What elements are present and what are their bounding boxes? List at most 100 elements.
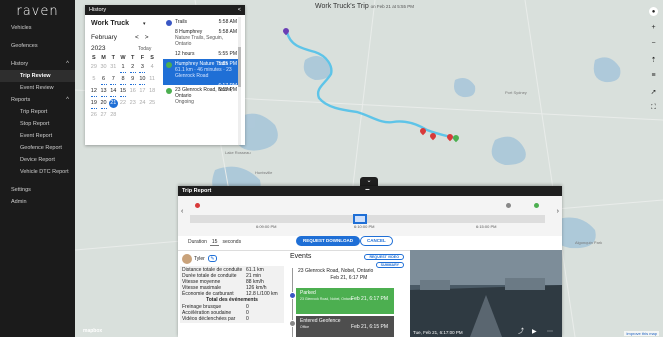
calendar-day[interactable]: 8 xyxy=(118,75,128,85)
share-icon[interactable]: ⤴ xyxy=(518,326,524,335)
trip-list-item[interactable]: 12 hours 5:55 PM xyxy=(163,49,239,59)
trip-list-scrollbar[interactable] xyxy=(238,17,241,145)
sidebar-item-stop-report[interactable]: Stop Report xyxy=(0,118,75,130)
dashcam-video[interactable]: Tue, Feb 21, 6:17:00 PM ⤴ ▶ ⋯ xyxy=(410,250,562,337)
calendar-day[interactable]: 18 xyxy=(147,87,157,97)
calendar-day[interactable]: 1 xyxy=(118,63,128,73)
edit-driver-icon[interactable]: ✎ xyxy=(208,255,217,262)
calendar-day[interactable]: 11 xyxy=(147,75,157,85)
sidebar-item-event-review[interactable]: Event Review xyxy=(0,82,75,94)
summary-button[interactable]: SUMMARY xyxy=(375,262,404,268)
calendar-day[interactable]: 16 xyxy=(128,87,138,97)
cancel-button[interactable]: CANCEL xyxy=(360,236,393,246)
calendar-day[interactable]: 12 xyxy=(89,87,99,97)
prev-month-button[interactable]: < xyxy=(135,34,145,41)
layers-icon[interactable]: ≡ xyxy=(649,71,658,80)
today-button[interactable]: Today xyxy=(138,46,151,52)
calendar-day[interactable]: 3 xyxy=(138,63,148,73)
fullscreen-icon[interactable]: ⛶ xyxy=(649,103,658,112)
calendar-day[interactable]: 26 xyxy=(89,111,99,121)
map-brand-logo: mapbox xyxy=(83,328,103,334)
calendar-day[interactable]: 25 xyxy=(147,99,157,109)
sidebar-item-event-report[interactable]: Event Report xyxy=(0,130,75,142)
trip-list-item[interactable]: Humphrey Nature Trails 61.1 km · 46 minut… xyxy=(163,59,239,81)
sidebar-item-label: Reports xyxy=(11,97,31,103)
sidebar-item-history[interactable]: History ^ xyxy=(0,58,75,70)
calendar-day[interactable]: 30 xyxy=(99,63,109,73)
calendar-day[interactable] xyxy=(128,111,138,121)
calendar-day[interactable]: 28 xyxy=(108,111,118,121)
sidebar-item-vehicle-dtc-report[interactable]: Vehicle DTC Report xyxy=(0,166,75,178)
calendar-day[interactable]: 4 xyxy=(147,63,157,73)
calendar-day[interactable]: 19 xyxy=(89,99,99,109)
timeline-event-dot[interactable] xyxy=(506,203,511,208)
calendar-day[interactable]: 24 xyxy=(138,99,148,109)
calendar-day[interactable]: 20 xyxy=(99,99,109,109)
timeline-next-icon[interactable]: › xyxy=(557,208,559,215)
compass-icon[interactable]: ⇡ xyxy=(649,55,658,64)
sidebar-item-trip-report[interactable]: Trip Report xyxy=(0,106,75,118)
collapse-panel-icon[interactable]: < xyxy=(238,5,241,15)
event-card[interactable]: Parked 23 Glenrock Road, Nobel, Ontario … xyxy=(296,288,394,314)
map-controls: ● + − ⇡ ≡ ➚ ⛶ xyxy=(649,7,658,112)
timeline-event-dot[interactable] xyxy=(195,203,200,208)
request-download-button[interactable]: REQUEST DOWNLOAD xyxy=(296,236,360,246)
calendar-day[interactable]: 9 xyxy=(128,75,138,85)
request-video-button[interactable]: REQUEST VIDEO xyxy=(364,254,404,260)
trip-list-item[interactable]: 23 Glenrock Road, Nobel, Ontario Ongoing 6… xyxy=(163,85,239,107)
calendar-day[interactable]: 10 xyxy=(138,75,148,85)
calendar-day[interactable]: 7 xyxy=(108,75,118,85)
calendar-day[interactable]: 23 xyxy=(128,99,138,109)
timeline-prev-icon[interactable]: ‹ xyxy=(181,208,183,215)
next-month-button[interactable]: > xyxy=(145,34,155,41)
history-panel: History < Work Truck ▾ February 2023 <> … xyxy=(85,5,245,145)
chevron-down-icon[interactable]: ▾ xyxy=(143,21,146,27)
sidebar-item-label: Vehicles xyxy=(11,25,32,31)
calendar-day[interactable]: 31 xyxy=(108,63,118,73)
minimize-icon[interactable]: − xyxy=(365,186,370,194)
history-header: History < xyxy=(85,5,245,15)
video-frame xyxy=(410,250,562,337)
sidebar-item-trip-review[interactable]: Trip Review xyxy=(0,70,75,82)
calendar-day[interactable]: 14 xyxy=(108,87,118,97)
calendar-day[interactable]: 6 xyxy=(99,75,109,85)
sidebar-item-settings[interactable]: Settings xyxy=(0,184,75,196)
trip-list-item[interactable]: 8 Humphrey Nature Trails, Seguin, Ontario… xyxy=(163,27,239,49)
calendar-day[interactable]: 27 xyxy=(99,111,109,121)
event-card[interactable]: Entered Geofence Office Feb 21, 6:15 PM xyxy=(296,316,394,337)
duration-select[interactable]: 15 xyxy=(209,239,220,246)
calendar-day[interactable] xyxy=(118,111,128,121)
vehicle-select[interactable]: Work Truck xyxy=(91,20,129,27)
event-address: 23 Glenrock Road, Nobel, Ontario Feb 21,… xyxy=(298,268,373,281)
sidebar-item-geofence-report[interactable]: Geofence Report xyxy=(0,142,75,154)
timeline-track[interactable] xyxy=(190,214,545,224)
sidebar-item-device-report[interactable]: Device Report xyxy=(0,154,75,166)
calendar-day[interactable] xyxy=(138,111,148,121)
calendar-day-selected[interactable]: 21 xyxy=(108,99,118,109)
timeline-event-dot[interactable] xyxy=(534,203,539,208)
sidebar-item-reports[interactable]: Reports ^ xyxy=(0,94,75,106)
sidebar-item-admin[interactable]: Admin xyxy=(0,196,75,208)
sidebar-item-label: Admin xyxy=(11,199,27,205)
zoom-in-icon[interactable]: + xyxy=(649,23,658,32)
calendar-day-label: 17 xyxy=(139,88,146,94)
attribution-link[interactable]: Improve this map xyxy=(624,331,659,336)
more-icon[interactable]: ⋯ xyxy=(547,328,553,335)
calendar-day[interactable]: 15 xyxy=(118,87,128,97)
calendar-day-label: 14 xyxy=(110,88,117,94)
play-icon[interactable]: ▶ xyxy=(532,328,537,335)
locate-icon[interactable]: ➚ xyxy=(649,87,658,96)
calendar-day[interactable]: 22 xyxy=(118,99,128,109)
timeline-selection[interactable] xyxy=(353,214,367,224)
calendar-day[interactable] xyxy=(147,111,157,121)
account-icon[interactable]: ● xyxy=(649,7,658,16)
calendar-day[interactable]: 17 xyxy=(138,87,148,97)
calendar-day[interactable]: 13 xyxy=(99,87,109,97)
trip-list-item[interactable]: Trails 5:58 AM xyxy=(163,17,239,27)
calendar-day[interactable]: 29 xyxy=(89,63,99,73)
sidebar-item-geofences[interactable]: Geofences xyxy=(0,40,75,52)
zoom-out-icon[interactable]: − xyxy=(649,39,658,48)
sidebar-item-vehicles[interactable]: Vehicles xyxy=(0,22,75,34)
calendar-day[interactable]: 5 xyxy=(89,75,99,85)
calendar-day[interactable]: 2 xyxy=(128,63,138,73)
